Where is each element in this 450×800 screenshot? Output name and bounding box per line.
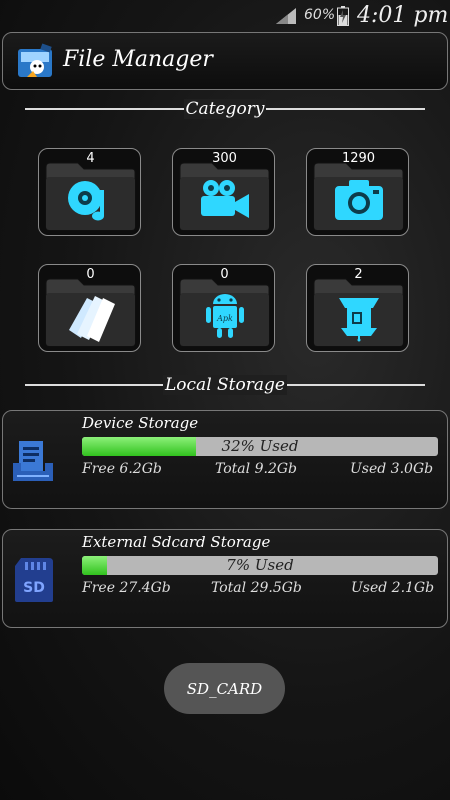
category-count: 0 — [220, 267, 229, 282]
external-storage-card[interactable]: SD External Sdcard Storage 7% Used Free … — [2, 529, 448, 628]
storage-title: Device Storage — [82, 414, 199, 432]
clock: 4:01 pm — [357, 3, 449, 28]
music-disc-icon — [68, 181, 104, 221]
category-count: 300 — [212, 151, 237, 166]
category-section-label: Category — [183, 99, 267, 119]
device-storage-icon — [13, 441, 53, 481]
storage-total: Total 29.5Gb — [211, 580, 302, 596]
svg-text:Apk: Apk — [216, 314, 233, 323]
category-documents[interactable]: 0 — [38, 264, 141, 352]
category-count: 2 — [354, 267, 363, 282]
storage-free: Free 6.2Gb — [82, 461, 162, 477]
storage-free: Free 27.4Gb — [82, 580, 171, 596]
signal-icon — [276, 8, 296, 24]
file-manager-logo-icon — [18, 43, 52, 77]
storage-used: Used 3.0Gb — [350, 461, 434, 477]
app-title: File Manager — [63, 47, 213, 72]
device-storage-card[interactable]: Device Storage 32% Used Free 6.2Gb Total… — [2, 410, 448, 509]
android-apk-icon: Apk — [206, 294, 244, 338]
storage-used: Used 2.1Gb — [351, 580, 435, 596]
storage-used-percent: 7% Used — [226, 556, 294, 574]
sd-card-button[interactable]: SD_CARD — [164, 663, 285, 714]
category-count: 0 — [86, 267, 95, 282]
storage-used-percent: 32% Used — [221, 437, 299, 455]
zip-archive-icon — [339, 298, 379, 342]
sd-card-icon: SD — [15, 558, 53, 602]
category-apk[interactable]: 0 Apk — [172, 264, 275, 352]
category-music[interactable]: 4 — [38, 148, 141, 236]
documents-icon — [69, 296, 115, 342]
battery-charging-icon — [337, 6, 349, 26]
category-count: 1290 — [341, 151, 376, 166]
storage-progress-bar: 32% Used — [82, 437, 438, 456]
status-bar: 60% 4:01 pm — [0, 0, 450, 32]
storage-total: Total 9.2Gb — [215, 461, 297, 477]
photo-camera-icon — [335, 180, 383, 220]
storage-progress-bar: 7% Used — [82, 556, 438, 575]
category-video[interactable]: 300 — [172, 148, 275, 236]
category-photos[interactable]: 1290 — [306, 148, 409, 236]
category-count: 4 — [86, 151, 95, 166]
battery-percent: 60% — [304, 7, 336, 23]
app-header: File Manager — [2, 32, 448, 90]
video-camera-icon — [201, 180, 249, 218]
category-archives[interactable]: 2 — [306, 264, 409, 352]
svg-text:SD: SD — [23, 580, 45, 596]
local-storage-section-label: Local Storage — [163, 375, 287, 395]
storage-title: External Sdcard Storage — [82, 533, 271, 551]
